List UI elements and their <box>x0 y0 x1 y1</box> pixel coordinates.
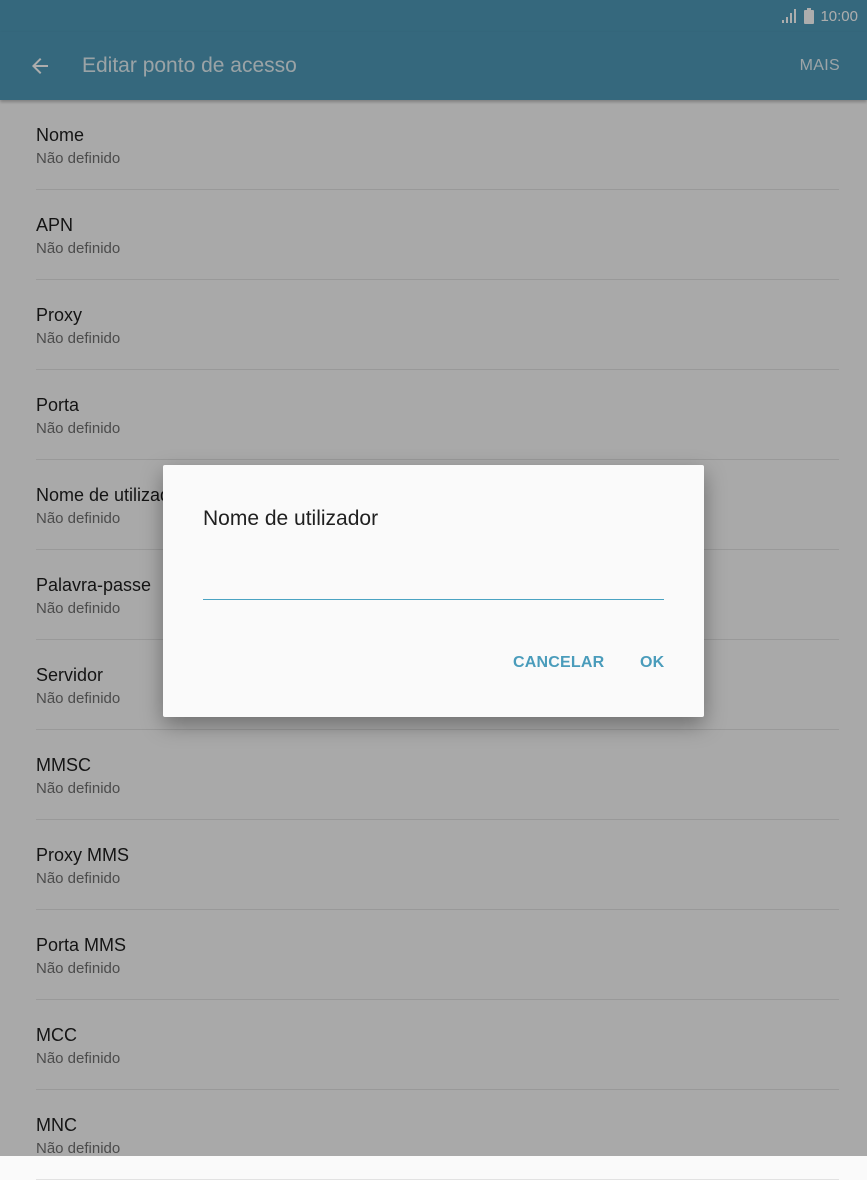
username-dialog: Nome de utilizador CANCELAR OK <box>163 465 704 717</box>
username-input[interactable] <box>203 565 664 600</box>
cancel-button[interactable]: CANCELAR <box>513 652 604 674</box>
dialog-title: Nome de utilizador <box>203 507 379 530</box>
ok-button[interactable]: OK <box>640 652 664 674</box>
